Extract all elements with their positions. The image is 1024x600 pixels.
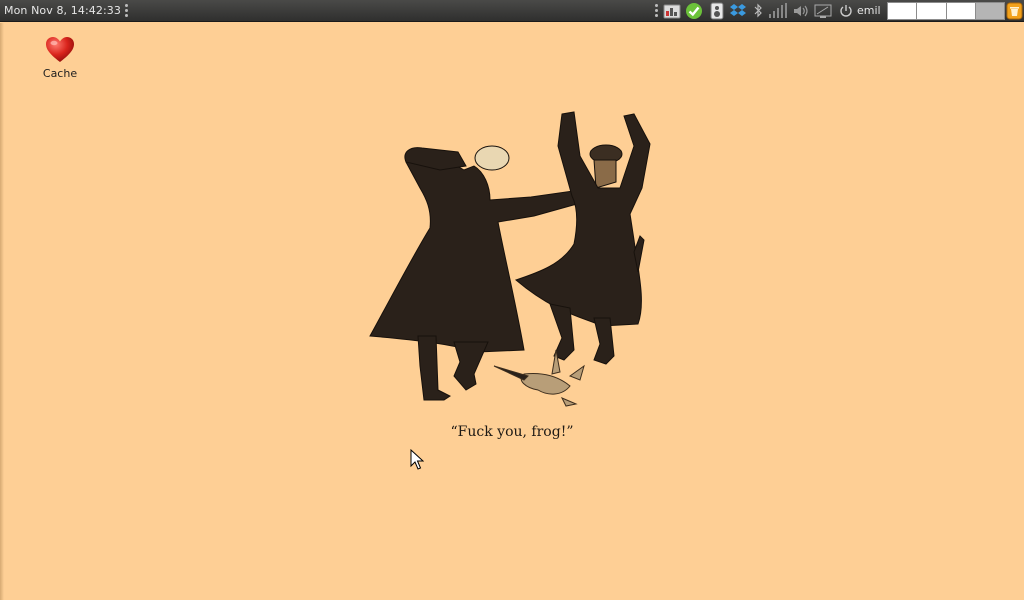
desktop-icon-label: Cache	[42, 67, 78, 80]
media-player-icon[interactable]	[708, 2, 726, 20]
heart-icon	[46, 37, 74, 62]
update-ok-icon[interactable]	[685, 2, 703, 20]
workspace-1[interactable]	[888, 3, 918, 19]
right-dancer-face	[593, 159, 617, 189]
frog	[493, 349, 585, 407]
right-dancer-boot-right	[593, 317, 615, 365]
wallpaper-illustration	[369, 111, 651, 407]
desktop-edge-shadow	[0, 23, 4, 600]
signal-icon[interactable]	[767, 2, 787, 20]
username[interactable]: emil	[857, 4, 881, 17]
dropbox-icon[interactable]	[729, 2, 747, 20]
bluetooth-icon[interactable]	[749, 2, 767, 20]
clock[interactable]: Mon Nov 8, 14:42:33	[4, 4, 121, 17]
tray-handle[interactable]	[655, 4, 658, 18]
volume-icon[interactable]	[792, 2, 810, 20]
trash-icon[interactable]	[1006, 2, 1023, 20]
panel-handle[interactable]	[125, 4, 128, 18]
display-icon[interactable]	[814, 2, 832, 20]
left-dancer-hat	[474, 145, 510, 171]
workspace-3[interactable]	[946, 3, 976, 19]
network-monitor-icon[interactable]	[663, 2, 681, 20]
wallpaper-caption: “Fuck you, frog!”	[450, 424, 574, 440]
workspace-2[interactable]	[917, 3, 947, 19]
left-dancer-boot-left	[417, 335, 451, 401]
left-dancer-boot-right	[453, 341, 489, 391]
top-panel: Mon Nov 8, 14:42:33 emil	[0, 0, 1024, 22]
workspace-4[interactable]	[975, 3, 1004, 19]
workspace-switcher[interactable]	[887, 2, 1005, 20]
right-dancer-boot-left	[549, 303, 575, 361]
left-dancer-body	[369, 156, 585, 353]
desktop-icon-cache[interactable]: Cache	[30, 36, 90, 80]
power-icon[interactable]	[838, 2, 856, 20]
mouse-pointer-icon	[410, 449, 424, 470]
right-dancer-body	[514, 111, 651, 327]
